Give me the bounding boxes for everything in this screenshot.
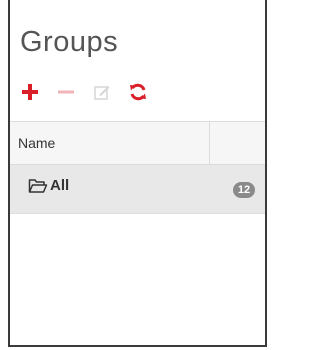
plus-icon bbox=[22, 84, 38, 100]
refresh-icon bbox=[130, 83, 146, 101]
groups-toolbar bbox=[20, 82, 148, 102]
edit-icon bbox=[94, 86, 110, 100]
groups-grid: Name All 12 bbox=[10, 121, 265, 214]
column-header-count[interactable] bbox=[210, 122, 265, 164]
group-name-cell: All bbox=[28, 177, 69, 194]
edit-group-button[interactable] bbox=[92, 82, 112, 102]
folder-open-icon bbox=[28, 178, 48, 193]
groups-panel: Groups Name All 12 bbox=[8, 0, 267, 347]
grid-header: Name bbox=[10, 121, 265, 165]
minus-icon bbox=[58, 90, 74, 94]
table-row[interactable]: All 12 bbox=[10, 165, 265, 214]
remove-group-button[interactable] bbox=[56, 82, 76, 102]
column-header-name[interactable]: Name bbox=[10, 122, 210, 164]
refresh-button[interactable] bbox=[128, 82, 148, 102]
add-group-button[interactable] bbox=[20, 82, 40, 102]
count-badge: 12 bbox=[233, 182, 255, 198]
group-name: All bbox=[50, 177, 70, 194]
panel-title: Groups bbox=[20, 26, 119, 58]
